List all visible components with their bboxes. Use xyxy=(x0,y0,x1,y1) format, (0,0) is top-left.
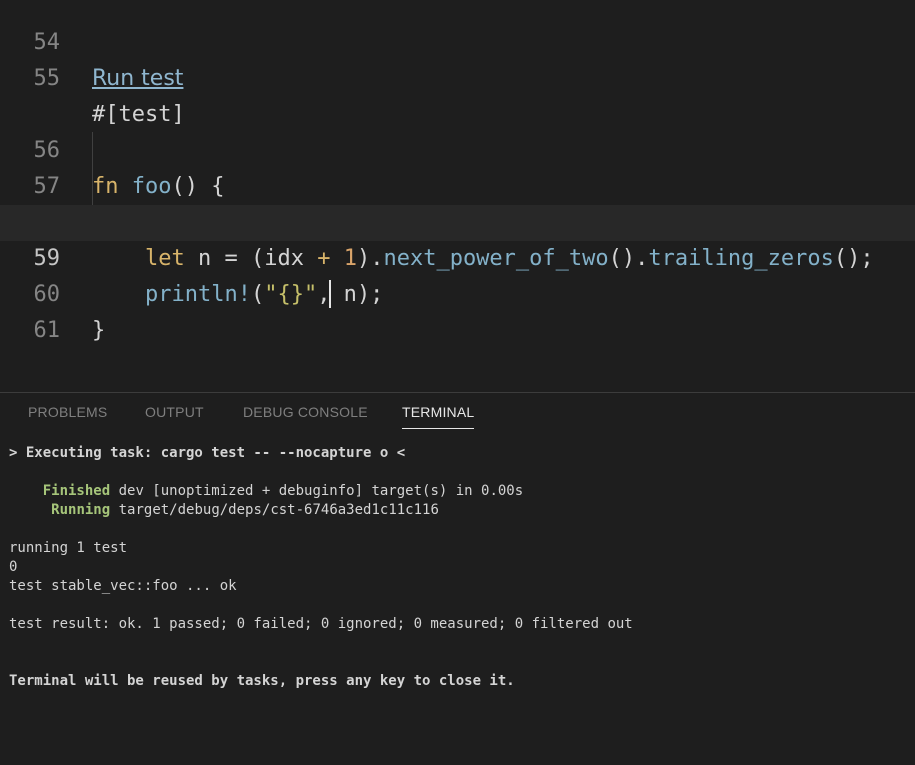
code-text: } xyxy=(92,318,106,343)
task-header: > Executing task: cargo test -- --nocapt… xyxy=(9,445,406,461)
tab-terminal[interactable]: TERMINAL xyxy=(402,404,475,429)
code-line[interactable]: 54 xyxy=(0,0,915,55)
stdout-line: 0 xyxy=(9,559,18,575)
code-line[interactable]: 58 let n = (idx + 1).next_power_of_two()… xyxy=(0,169,915,271)
current-code-line[interactable]: 59 println!("{}", n); xyxy=(0,205,915,308)
vscode-window: 54 55 #[test] Run test 56 fn foo() { 57 … xyxy=(0,0,915,765)
code-editor[interactable]: 54 55 #[test] Run test 56 fn foo() { 57 … xyxy=(0,0,915,392)
code-line[interactable]: 61 xyxy=(0,277,915,343)
test-result-line: test result: ok. 1 passed; 0 failed; 0 i… xyxy=(9,616,633,632)
running-text: target/debug/deps/cst-6746a3ed1c11c116 xyxy=(110,502,439,518)
finished-text: dev [unoptimized + debuginfo] target(s) … xyxy=(110,483,524,499)
tab-output[interactable]: OUTPUT xyxy=(145,404,204,428)
tab-debug-console[interactable]: DEBUG CONSOLE xyxy=(243,404,368,428)
line-number: 55 xyxy=(33,66,61,91)
finished-line: Finished dev [unoptimized + debuginfo] t… xyxy=(9,482,523,501)
code-line[interactable]: 55 #[test] xyxy=(0,25,915,127)
code-line[interactable]: 57 let idx = 0usize; xyxy=(0,133,915,235)
code-line[interactable]: 56 fn foo() { xyxy=(0,97,915,199)
run-test-codelens[interactable]: Run test xyxy=(92,61,183,97)
bottom-panel: PROBLEMS OUTPUT DEBUG CONSOLE TERMINAL >… xyxy=(0,392,915,765)
line-number: 61 xyxy=(33,318,61,343)
terminal-footer: Terminal will be reused by tasks, press … xyxy=(9,673,515,689)
finished-label: Finished xyxy=(42,483,111,499)
panel-tabs: PROBLEMS OUTPUT DEBUG CONSOLE TERMINAL xyxy=(0,393,915,433)
running-label: Running xyxy=(51,502,111,518)
running-line: Running target/debug/deps/cst-6746a3ed1c… xyxy=(9,501,439,520)
tab-problems[interactable]: PROBLEMS xyxy=(28,404,107,428)
running-tests-line: running 1 test xyxy=(9,540,128,556)
code-line[interactable]: 60 } xyxy=(0,241,915,343)
test-line: test stable_vec::foo ... ok xyxy=(9,578,237,594)
